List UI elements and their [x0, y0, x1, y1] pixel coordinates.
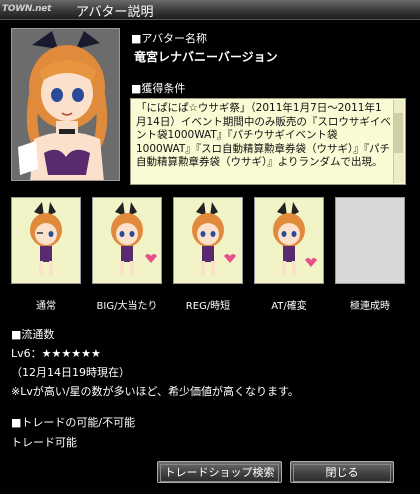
variant-label-reg: REG/時短 — [185, 301, 231, 312]
condition-text: 「にぱにぱ☆ウサギ祭」（2011年1月7日〜2011年1月14日）イベント期間中… — [136, 102, 391, 168]
variant-slot-big[interactable] — [92, 197, 162, 284]
avatar-portrait-image — [12, 29, 119, 180]
circulation-level: Lv6：★★★★★★ — [11, 347, 101, 360]
chibi-avatar-icon — [111, 202, 157, 275]
variant-label-big: BIG/大当たり — [96, 301, 158, 312]
site-logo: TOWN.net — [2, 4, 52, 14]
window-title: アバター説明 — [76, 5, 154, 20]
chibi-avatar-icon — [273, 202, 317, 275]
title-bar: TOWN.net アバター説明 — [0, 0, 420, 20]
trade-heading: ■トレードの可能/不可能 — [11, 416, 136, 429]
chibi-avatar-icon — [192, 202, 236, 275]
chibi-avatar-icon — [30, 202, 62, 275]
circulation-heading: ■流通数 — [11, 328, 55, 341]
circulation-date: （12月14日19時現在） — [11, 366, 130, 379]
variant-label-kyokuren: 極連成時 — [350, 301, 390, 312]
variant-label-normal: 通常 — [36, 301, 56, 312]
variant-label-at: AT/確変 — [271, 301, 307, 312]
condition-textbox[interactable]: 「にぱにぱ☆ウサギ祭」（2011年1月7日〜2011年1月14日）イベント期間中… — [130, 98, 406, 185]
variant-slot-reg[interactable] — [173, 197, 243, 284]
trade-status: トレード可能 — [11, 436, 77, 449]
avatar-portrait — [11, 28, 120, 181]
variant-slot-normal[interactable] — [11, 197, 81, 284]
trade-shop-search-label: トレードショップ検索 — [160, 464, 279, 482]
variant-slot-at[interactable] — [254, 197, 324, 284]
close-button[interactable]: 閉じる — [290, 461, 394, 483]
close-button-label: 閉じる — [293, 464, 391, 482]
trade-shop-search-button[interactable]: トレードショップ検索 — [157, 461, 282, 483]
avatar-name-heading: ■アバター名称 — [131, 32, 207, 45]
condition-scroll-thumb[interactable] — [394, 113, 403, 153]
condition-heading: ■獲得条件 — [131, 82, 186, 95]
variant-slot-kyokuren[interactable] — [335, 197, 405, 284]
circulation-note: ※Lvが高い/星の数が多いほど、希少価値が高くなります。 — [11, 385, 299, 398]
avatar-name: 竜宮レナバニーバージョン — [134, 50, 278, 64]
